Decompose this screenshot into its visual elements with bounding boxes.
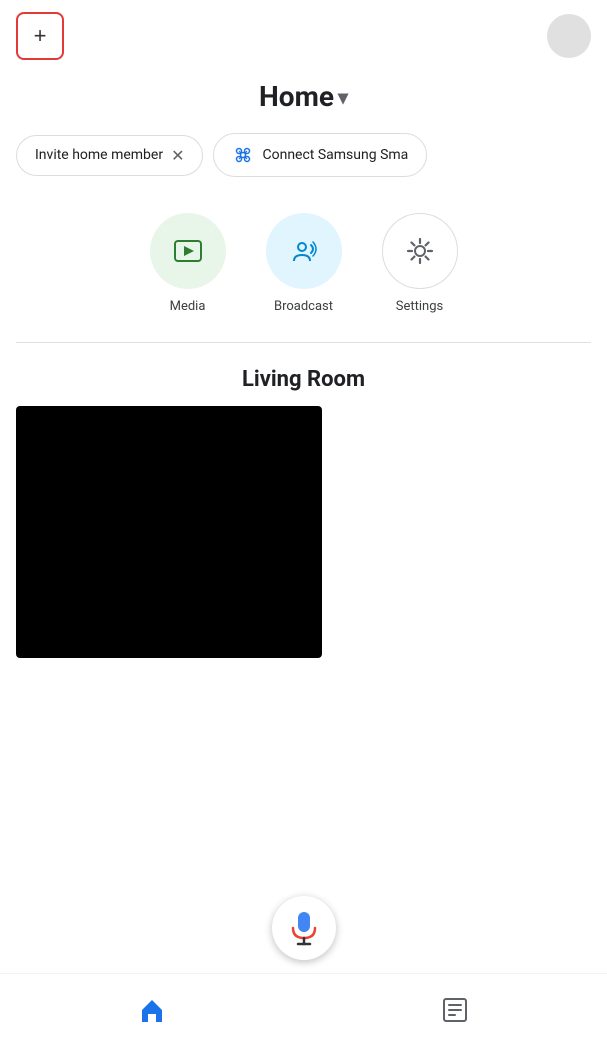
nav-routines[interactable] <box>415 985 495 1035</box>
features-row: Media Broadcast Settings <box>0 197 607 334</box>
room-image[interactable] <box>16 406 322 658</box>
add-button[interactable]: + <box>16 12 64 60</box>
samsung-icon <box>232 144 254 166</box>
room-title: Living Room <box>0 351 607 406</box>
broadcast-circle <box>266 213 342 289</box>
section-divider <box>16 342 591 343</box>
media-label: Media <box>170 299 206 314</box>
broadcast-icon <box>286 233 322 269</box>
nav-home[interactable] <box>112 985 192 1035</box>
page-title[interactable]: Home ▾ <box>259 80 348 113</box>
settings-label: Settings <box>396 299 443 314</box>
microphone-icon <box>289 910 319 946</box>
broadcast-feature[interactable]: Broadcast <box>266 213 342 314</box>
bottom-nav <box>0 973 607 1045</box>
routines-icon <box>441 996 469 1024</box>
samsung-chip-label: Connect Samsung Sma <box>262 147 408 163</box>
gear-icon <box>402 233 438 269</box>
home-title-text: Home <box>259 80 334 113</box>
home-icon <box>138 996 166 1024</box>
mic-container <box>272 896 336 960</box>
plus-icon: + <box>34 23 47 49</box>
page-title-container: Home ▾ <box>0 72 607 133</box>
media-feature[interactable]: Media <box>150 213 226 314</box>
broadcast-label: Broadcast <box>274 299 333 314</box>
connect-samsung-chip[interactable]: Connect Samsung Sma <box>213 133 427 177</box>
mic-button[interactable] <box>272 896 336 960</box>
chevron-down-icon: ▾ <box>338 85 348 109</box>
close-icon[interactable]: ✕ <box>171 146 184 165</box>
settings-circle <box>382 213 458 289</box>
settings-feature[interactable]: Settings <box>382 213 458 314</box>
top-bar: + <box>0 0 607 72</box>
room-section: Living Room <box>0 351 607 658</box>
media-icon <box>170 233 206 269</box>
invite-home-member-chip[interactable]: Invite home member ✕ <box>16 135 203 176</box>
avatar[interactable] <box>547 14 591 58</box>
media-circle <box>150 213 226 289</box>
invite-chip-label: Invite home member <box>35 147 163 163</box>
chips-row: Invite home member ✕ Connect Samsung Sma <box>0 133 607 197</box>
